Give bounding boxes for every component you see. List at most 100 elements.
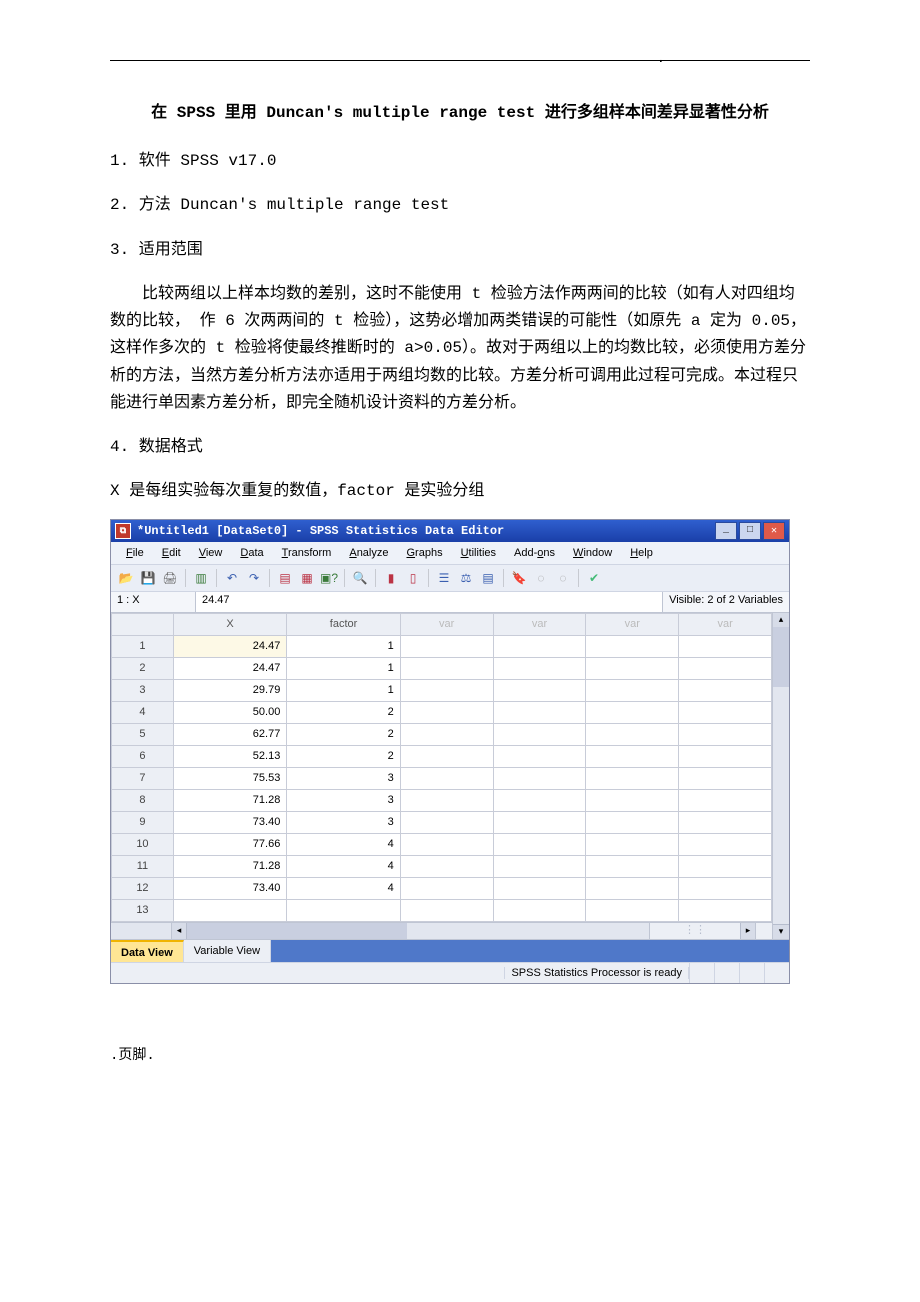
cell-empty[interactable] [493,701,586,723]
cell-empty[interactable] [493,657,586,679]
cell-empty[interactable] [493,877,586,899]
scroll-right-icon[interactable]: ▸ [740,923,755,939]
split-file-icon[interactable]: ☰ [435,569,453,587]
cell-empty[interactable] [679,723,772,745]
row-header[interactable]: 2 [112,657,174,679]
minimize-button[interactable]: _ [715,522,737,540]
column-header-empty[interactable]: var [493,613,586,635]
vertical-scrollbar[interactable]: ▴ ▾ [772,613,789,939]
cell-empty[interactable] [493,899,586,921]
cell-factor[interactable]: 4 [287,833,400,855]
cell-empty[interactable] [679,679,772,701]
save-icon[interactable]: 💾 [139,569,157,587]
table-row[interactable]: 1077.664 [112,833,772,855]
row-header[interactable]: 7 [112,767,174,789]
insert-case-icon[interactable]: ▮ [382,569,400,587]
active-cell-value[interactable]: 24.47 [196,592,662,612]
menu-help[interactable]: Help [621,547,662,559]
table-row[interactable]: 13 [112,899,772,921]
cell-empty[interactable] [586,767,679,789]
column-header-empty[interactable]: var [679,613,772,635]
goto-case-icon[interactable]: ▤ [276,569,294,587]
cell-empty[interactable] [679,789,772,811]
cell-empty[interactable] [586,635,679,657]
row-header[interactable]: 4 [112,701,174,723]
cell-empty[interactable] [586,833,679,855]
table-row[interactable]: 652.132 [112,745,772,767]
menu-analyze[interactable]: Analyze [340,547,397,559]
row-header[interactable]: 5 [112,723,174,745]
cell-factor[interactable]: 1 [287,657,400,679]
cell-empty[interactable] [400,833,493,855]
open-icon[interactable]: 📂 [117,569,135,587]
find-icon[interactable]: 🔍 [351,569,369,587]
cell-factor[interactable]: 4 [287,877,400,899]
cell-empty[interactable] [400,789,493,811]
data-grid[interactable]: X factor var var var var 124.471224.4713… [111,613,772,922]
weight-cases-icon[interactable]: ⚖ [457,569,475,587]
cell-x[interactable]: 29.79 [173,679,286,701]
cell-factor[interactable]: 2 [287,701,400,723]
cell-empty[interactable] [400,767,493,789]
cell-empty[interactable] [679,833,772,855]
menu-view[interactable]: View [190,547,232,559]
cell-empty[interactable] [679,657,772,679]
scroll-up-icon[interactable]: ▴ [773,613,789,628]
cell-empty[interactable] [493,745,586,767]
cell-x[interactable]: 50.00 [173,701,286,723]
cell-factor[interactable]: 3 [287,767,400,789]
scroll-down-icon[interactable]: ▾ [773,924,789,939]
cell-x[interactable]: 24.47 [173,657,286,679]
cell-empty[interactable] [679,811,772,833]
row-header[interactable]: 6 [112,745,174,767]
menu-file[interactable]: File [117,547,153,559]
dialog-recall-icon[interactable]: ▥ [192,569,210,587]
split-grip[interactable]: ⋮⋮ [649,923,740,939]
print-icon[interactable]: 🖨 [161,569,179,587]
table-row[interactable]: 871.283 [112,789,772,811]
cell-empty[interactable] [586,701,679,723]
redo-icon[interactable]: ↷ [245,569,263,587]
cell-empty[interactable] [400,877,493,899]
cell-x[interactable]: 52.13 [173,745,286,767]
cell-x[interactable]: 24.47 [173,635,286,657]
cell-empty[interactable] [493,767,586,789]
row-header[interactable]: 1 [112,635,174,657]
column-header-factor[interactable]: factor [287,613,400,635]
cell-empty[interactable] [400,635,493,657]
cell-empty[interactable] [679,745,772,767]
cell-x[interactable]: 75.53 [173,767,286,789]
row-header[interactable]: 8 [112,789,174,811]
cell-empty[interactable] [679,701,772,723]
cell-empty[interactable] [679,635,772,657]
table-row[interactable]: 124.471 [112,635,772,657]
row-header[interactable]: 12 [112,877,174,899]
cell-factor[interactable]: 2 [287,745,400,767]
table-row[interactable]: 224.471 [112,657,772,679]
customize-icon[interactable]: ◌ [554,569,572,587]
row-header[interactable]: 3 [112,679,174,701]
goto-variable-icon[interactable]: ▦ [298,569,316,587]
cell-factor[interactable]: 3 [287,811,400,833]
cell-empty[interactable] [400,701,493,723]
tab-data-view[interactable]: Data View [111,940,184,962]
hscroll-thumb[interactable] [187,923,407,939]
cell-empty[interactable] [586,657,679,679]
use-sets-icon[interactable]: ◌ [532,569,550,587]
scroll-left-icon[interactable]: ◂ [172,923,187,939]
cell-empty[interactable] [679,899,772,921]
row-header[interactable]: 9 [112,811,174,833]
table-row[interactable]: 1171.284 [112,855,772,877]
menu-edit[interactable]: Edit [153,547,190,559]
cell-empty[interactable] [586,789,679,811]
cell-empty[interactable] [493,723,586,745]
table-row[interactable]: 562.772 [112,723,772,745]
cell-empty[interactable] [679,877,772,899]
cell-x[interactable]: 73.40 [173,811,286,833]
cell-x[interactable]: 62.77 [173,723,286,745]
menu-transform[interactable]: Transform [273,547,341,559]
select-cases-icon[interactable]: ▤ [479,569,497,587]
cell-empty[interactable] [493,833,586,855]
tab-variable-view[interactable]: Variable View [184,940,271,962]
table-row[interactable]: 329.791 [112,679,772,701]
